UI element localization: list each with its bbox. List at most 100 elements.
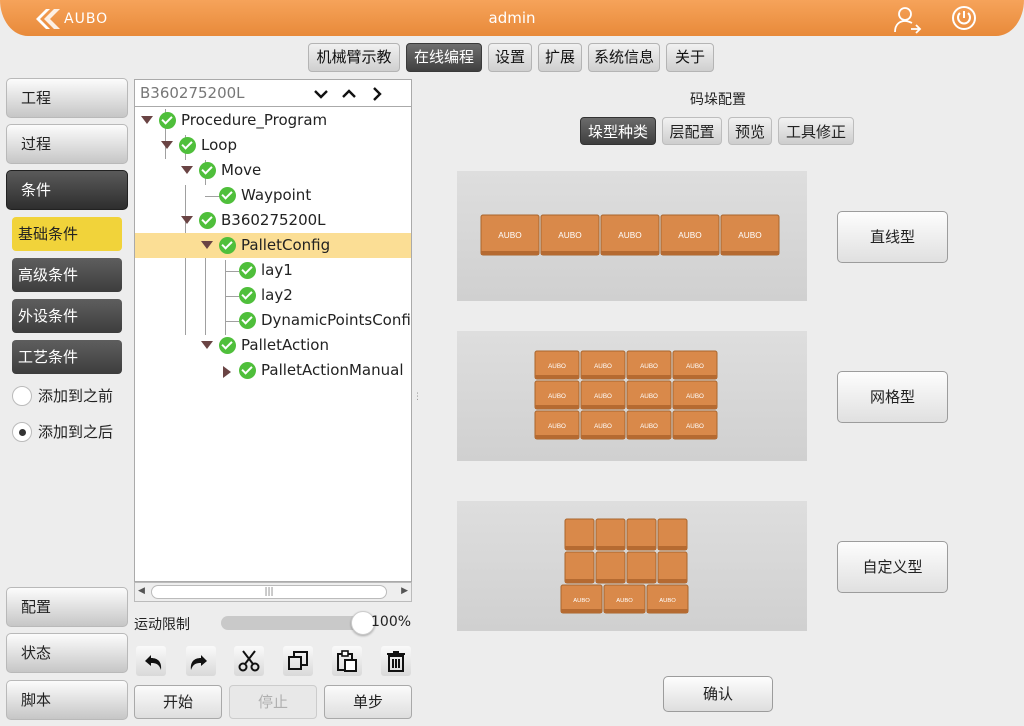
svg-text:AUBO: AUBO	[640, 423, 658, 430]
radio-dot[interactable]	[12, 422, 32, 442]
svg-text:AUBO: AUBO	[738, 231, 762, 240]
svg-text:AUBO: AUBO	[548, 363, 566, 370]
expand-arrow-icon[interactable]	[141, 116, 153, 124]
expand-arrow-icon[interactable]	[181, 166, 193, 174]
chevron-right-icon[interactable]	[369, 86, 385, 102]
step-button[interactable]: 单步	[324, 685, 412, 719]
sidebar-item-1[interactable]: 过程	[6, 124, 128, 164]
pallet-box: AUBO	[534, 350, 580, 380]
sidebar-bottom-item-1[interactable]: 状态	[6, 633, 128, 673]
splitter-handle[interactable]: ⋮	[413, 392, 422, 402]
scroll-left-icon[interactable]: ◀	[138, 586, 145, 596]
tab-topnav-3[interactable]: 扩展	[538, 43, 582, 72]
pallet-box	[626, 551, 657, 584]
condition-sub-item-1[interactable]: 高级条件	[12, 258, 122, 292]
svg-text:AUBO: AUBO	[558, 231, 582, 240]
linear-pattern-preview: AUBO AUBO AUBO AUBO AUBO	[457, 171, 807, 301]
condition-sub-item-2[interactable]: 外设条件	[12, 299, 122, 333]
check-icon	[239, 362, 256, 379]
power-icon[interactable]	[950, 4, 978, 32]
delete-icon[interactable]	[381, 646, 411, 676]
tab-topnav-1[interactable]: 在线编程	[406, 43, 482, 72]
scroll-right-icon[interactable]: ▶	[401, 586, 408, 596]
sidebar-item-0[interactable]: 工程	[6, 78, 128, 118]
svg-text:AUBO: AUBO	[640, 363, 658, 370]
chevron-up-icon[interactable]	[341, 86, 357, 102]
expand-arrow-icon[interactable]	[201, 341, 213, 349]
tree-node[interactable]: DynamicPointsConfig	[135, 308, 411, 333]
check-icon	[239, 262, 256, 279]
expand-arrow-icon[interactable]	[181, 216, 193, 224]
pallet-box	[564, 518, 595, 551]
radio-label: 添加到之前	[38, 387, 114, 405]
check-icon	[199, 162, 216, 179]
sidebar-item-2[interactable]: 条件	[6, 170, 128, 210]
pallet-box: AUBO	[626, 380, 672, 410]
check-icon	[239, 312, 256, 329]
tree-horizontal-scrollbar[interactable]: ◀ ||| ▶	[134, 582, 412, 602]
tree-node[interactable]: Procedure_Program	[135, 108, 411, 133]
tab-topnav-4[interactable]: 系统信息	[588, 43, 660, 72]
pallet-tab-2[interactable]: 预览	[728, 117, 772, 145]
tree-node[interactable]: Move	[135, 158, 411, 183]
collapse-arrow-icon[interactable]	[223, 366, 231, 378]
svg-text:AUBO: AUBO	[640, 393, 658, 400]
pallet-tab-0[interactable]: 垛型种类	[580, 117, 656, 145]
copy-icon[interactable]	[283, 646, 313, 676]
motion-limit-slider[interactable]	[221, 611, 375, 635]
svg-text:AUBO: AUBO	[678, 231, 702, 240]
pallet-box: AUBO	[672, 380, 718, 410]
pallet-box: AUBO	[480, 214, 540, 256]
user-logout-icon[interactable]	[892, 4, 922, 34]
undo-icon[interactable]	[136, 646, 166, 676]
tree-node[interactable]: PalletConfig	[135, 233, 411, 258]
grid-type-button[interactable]: 网格型	[837, 371, 948, 423]
pallet-box: AUBO	[672, 350, 718, 380]
pallet-box: AUBO	[603, 584, 646, 614]
program-tree[interactable]: Procedure_Program Loop Move Waypoint B360275…	[134, 107, 412, 582]
check-icon	[219, 337, 236, 354]
tab-topnav-5[interactable]: 关于	[666, 43, 714, 72]
pallet-tab-3[interactable]: 工具修正	[778, 117, 854, 145]
svg-text:AUBO: AUBO	[594, 423, 612, 430]
condition-sub-item-0[interactable]: 基础条件	[12, 217, 122, 251]
tree-node[interactable]: B360275200L	[135, 208, 411, 233]
condition-sub-item-3[interactable]: 工艺条件	[12, 340, 122, 374]
expand-arrow-icon[interactable]	[201, 241, 213, 249]
pallet-box	[657, 551, 688, 584]
tab-topnav-2[interactable]: 设置	[488, 43, 532, 72]
tree-node[interactable]: lay2	[135, 283, 411, 308]
radio-dot[interactable]	[12, 386, 32, 406]
sidebar-bottom-item-0[interactable]: 配置	[6, 587, 128, 627]
tree-node[interactable]: Loop	[135, 133, 411, 158]
expand-arrow-icon[interactable]	[161, 141, 173, 149]
sidebar-bottom-item-2[interactable]: 脚本	[6, 680, 128, 720]
pallet-box: AUBO	[580, 350, 626, 380]
tree-node-label: lay2	[261, 286, 293, 304]
tab-topnav-0[interactable]: 机械臂示教	[308, 43, 400, 72]
scrollbar-thumb[interactable]: |||	[151, 585, 387, 599]
pallet-tab-1[interactable]: 层配置	[662, 117, 722, 145]
pallet-box: AUBO	[626, 350, 672, 380]
pallet-box: AUBO	[540, 214, 600, 256]
cut-icon[interactable]	[234, 646, 264, 676]
linear-type-button[interactable]: 直线型	[837, 211, 948, 263]
tree-node-label: lay1	[261, 261, 293, 279]
pallet-box: AUBO	[720, 214, 780, 256]
pallet-box	[564, 551, 595, 584]
svg-text:AUBO: AUBO	[686, 393, 704, 400]
chevron-down-icon[interactable]	[313, 86, 329, 102]
start-button[interactable]: 开始	[134, 685, 222, 719]
confirm-button[interactable]: 确认	[663, 676, 773, 712]
paste-icon[interactable]	[332, 646, 362, 676]
svg-text:AUBO: AUBO	[548, 393, 566, 400]
custom-type-button[interactable]: 自定义型	[837, 541, 948, 593]
check-icon	[199, 212, 216, 229]
pallet-box: AUBO	[534, 380, 580, 410]
tree-node[interactable]: PalletActionManual	[135, 358, 411, 383]
tree-node[interactable]: Waypoint	[135, 183, 411, 208]
radio-label: 添加到之后	[38, 423, 114, 441]
tree-node[interactable]: lay1	[135, 258, 411, 283]
tree-node[interactable]: PalletAction	[135, 333, 411, 358]
redo-icon[interactable]	[186, 646, 216, 676]
